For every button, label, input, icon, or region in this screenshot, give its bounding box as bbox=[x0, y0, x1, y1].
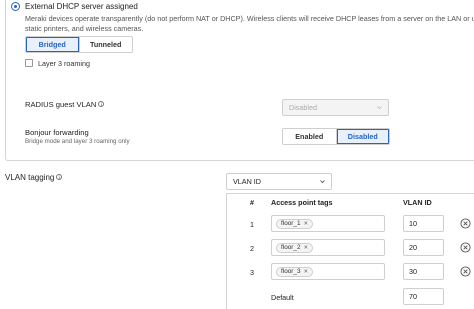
row-number: 3 bbox=[250, 268, 254, 277]
bonjour-toggle: Enabled Disabled bbox=[282, 128, 390, 145]
vlan-tagging-value: VLAN ID bbox=[233, 177, 261, 186]
radius-guest-vlan-label: RADIUS guest VLAN i bbox=[25, 100, 105, 109]
ap-tags-input[interactable]: floor_2 ✕ bbox=[271, 239, 385, 256]
dhcp-radio-button[interactable] bbox=[11, 2, 20, 11]
default-row-label: Default bbox=[271, 293, 294, 302]
vlan-tagging-label: VLAN tagging i bbox=[5, 173, 63, 182]
column-header-number: # bbox=[250, 198, 254, 207]
remove-circle-icon[interactable] bbox=[460, 218, 471, 229]
layer3-roaming-label: Layer 3 roaming bbox=[38, 59, 90, 68]
close-icon[interactable]: ✕ bbox=[304, 245, 309, 251]
default-vlan-id-input[interactable]: 70 bbox=[403, 288, 444, 305]
vlan-id-input[interactable]: 20 bbox=[403, 239, 444, 256]
ap-tags-input[interactable]: floor_3 ✕ bbox=[271, 263, 385, 280]
layer3-roaming-checkbox[interactable] bbox=[25, 59, 33, 67]
bridged-option[interactable]: Bridged bbox=[26, 37, 79, 52]
remove-circle-icon[interactable] bbox=[460, 266, 471, 277]
close-icon[interactable]: ✕ bbox=[304, 269, 309, 275]
column-header-vlan-id: VLAN ID bbox=[403, 198, 432, 207]
dhcp-description: Meraki devices operate transparently (do… bbox=[25, 14, 474, 33]
chevron-down-icon bbox=[377, 105, 382, 109]
tag-chip-label: floor_3 bbox=[281, 268, 301, 275]
close-icon[interactable]: ✕ bbox=[304, 221, 309, 227]
radius-guest-vlan-text: RADIUS guest VLAN bbox=[25, 100, 97, 109]
row-number: 2 bbox=[250, 244, 254, 253]
vlan-id-input[interactable]: 30 bbox=[403, 263, 444, 280]
bonjour-label: Bonjour forwarding bbox=[25, 128, 89, 137]
vlan-tagging-text: VLAN tagging bbox=[5, 173, 55, 182]
tag-chip-label: floor_2 bbox=[281, 244, 301, 251]
vlan-tagging-select[interactable]: VLAN ID bbox=[226, 173, 332, 190]
chevron-down-icon bbox=[320, 179, 325, 183]
dhcp-option-label: External DHCP server assigned bbox=[25, 2, 138, 11]
row-number: 1 bbox=[250, 220, 254, 229]
mode-toggle: Bridged Tunneled bbox=[25, 36, 133, 53]
bonjour-disabled-option[interactable]: Disabled bbox=[335, 129, 389, 144]
tag-chip-label: floor_1 bbox=[281, 220, 301, 227]
bonjour-sublabel: Bridge mode and layer 3 roaming only bbox=[25, 138, 130, 145]
radius-guest-vlan-select: Disabled bbox=[282, 99, 389, 116]
tag-chip: floor_2 ✕ bbox=[276, 242, 314, 253]
remove-circle-icon[interactable] bbox=[460, 242, 471, 253]
tunneled-option[interactable]: Tunneled bbox=[78, 37, 132, 52]
bonjour-enabled-option[interactable]: Enabled bbox=[283, 129, 336, 144]
vlan-id-input[interactable]: 10 bbox=[403, 215, 444, 232]
radius-guest-vlan-value: Disabled bbox=[289, 103, 317, 112]
info-icon[interactable]: i bbox=[98, 101, 105, 107]
ap-tags-input[interactable]: floor_1 ✕ bbox=[271, 215, 385, 232]
tag-chip: floor_3 ✕ bbox=[276, 266, 314, 277]
column-header-ap-tags: Access point tags bbox=[271, 198, 333, 207]
tag-chip: floor_1 ✕ bbox=[276, 218, 314, 229]
info-icon[interactable]: i bbox=[56, 174, 63, 180]
